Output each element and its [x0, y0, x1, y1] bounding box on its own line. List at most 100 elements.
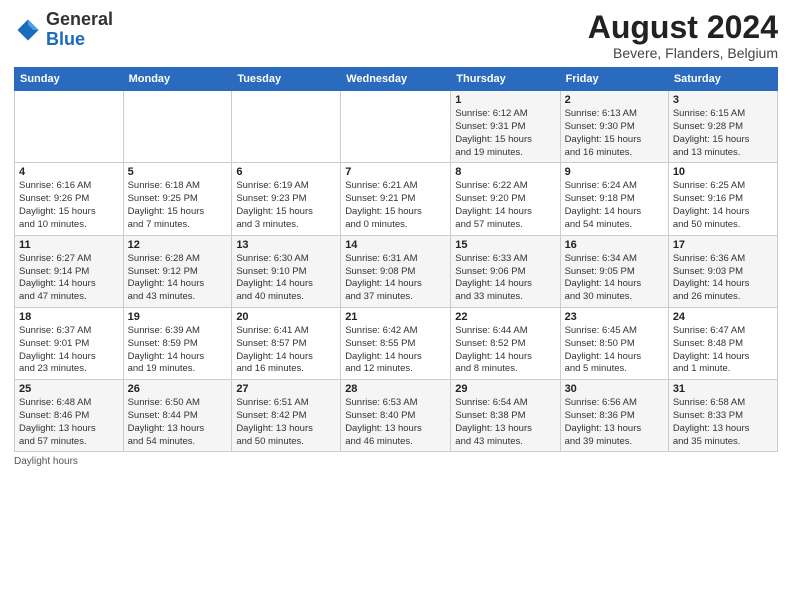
day-info: Sunrise: 6:36 AM Sunset: 9:03 PM Dayligh…: [673, 253, 773, 304]
day-cell: 29 Sunrise: 6:54 AM Sunset: 8:38 PM Dayli…: [451, 380, 560, 452]
day-info: Sunrise: 6:25 AM Sunset: 9:16 PM Dayligh…: [673, 180, 773, 231]
day-number: 28: [345, 383, 446, 395]
day-cell: 8 Sunrise: 6:22 AM Sunset: 9:20 PM Daylig…: [451, 163, 560, 235]
day-info: Sunrise: 6:50 AM Sunset: 8:44 PM Dayligh…: [128, 397, 228, 448]
day-info: Sunrise: 6:31 AM Sunset: 9:08 PM Dayligh…: [345, 253, 446, 304]
header-day-monday: Monday: [123, 68, 232, 91]
header-day-thursday: Thursday: [451, 68, 560, 91]
day-cell: 11Sunrise: 6:27 AM Sunset: 9:14 PM Dayli…: [15, 235, 124, 307]
title-block: August 2024 Bevere, Flanders, Belgium: [588, 10, 778, 61]
day-number: 20: [236, 311, 336, 323]
day-cell: 14 Sunrise: 6:31 AM Sunset: 9:08 PM Dayli…: [341, 235, 451, 307]
day-info: Sunrise: 6:53 AM Sunset: 8:40 PM Dayligh…: [345, 397, 446, 448]
day-number: 16: [565, 239, 664, 251]
week-row-3: 11Sunrise: 6:27 AM Sunset: 9:14 PM Dayli…: [15, 235, 778, 307]
day-info: Sunrise: 6:30 AM Sunset: 9:10 PM Dayligh…: [236, 253, 336, 304]
day-cell: 10 Sunrise: 6:25 AM Sunset: 9:16 PM Dayli…: [668, 163, 777, 235]
day-info: Sunrise: 6:21 AM Sunset: 9:21 PM Dayligh…: [345, 180, 446, 231]
day-info: Sunrise: 6:45 AM Sunset: 8:50 PM Dayligh…: [565, 325, 664, 376]
calendar-table: SundayMondayTuesdayWednesdayThursdayFrid…: [14, 67, 778, 452]
day-cell: 9Sunrise: 6:24 AM Sunset: 9:18 PM Daylig…: [560, 163, 668, 235]
header: General Blue August 2024 Bevere, Flander…: [14, 10, 778, 61]
day-number: 30: [565, 383, 664, 395]
day-cell: 26 Sunrise: 6:50 AM Sunset: 8:44 PM Dayli…: [123, 380, 232, 452]
day-cell: [123, 91, 232, 163]
week-row-4: 18 Sunrise: 6:37 AM Sunset: 9:01 PM Dayli…: [15, 307, 778, 379]
day-number: 24: [673, 311, 773, 323]
day-info: Sunrise: 6:24 AM Sunset: 9:18 PM Dayligh…: [565, 180, 664, 231]
header-row: SundayMondayTuesdayWednesdayThursdayFrid…: [15, 68, 778, 91]
day-info: Sunrise: 6:51 AM Sunset: 8:42 PM Dayligh…: [236, 397, 336, 448]
header-day-sunday: Sunday: [15, 68, 124, 91]
day-info: Sunrise: 6:48 AM Sunset: 8:46 PM Dayligh…: [19, 397, 119, 448]
day-cell: 28 Sunrise: 6:53 AM Sunset: 8:40 PM Dayli…: [341, 380, 451, 452]
day-number: 1: [455, 94, 555, 106]
day-cell: 5Sunrise: 6:18 AM Sunset: 9:25 PM Daylig…: [123, 163, 232, 235]
day-info: Sunrise: 6:34 AM Sunset: 9:05 PM Dayligh…: [565, 253, 664, 304]
day-number: 26: [128, 383, 228, 395]
day-info: Sunrise: 6:39 AM Sunset: 8:59 PM Dayligh…: [128, 325, 228, 376]
day-number: 23: [565, 311, 664, 323]
calendar-header: SundayMondayTuesdayWednesdayThursdayFrid…: [15, 68, 778, 91]
day-number: 7: [345, 166, 446, 178]
day-info: Sunrise: 6:42 AM Sunset: 8:55 PM Dayligh…: [345, 325, 446, 376]
month-year: August 2024: [588, 10, 778, 45]
day-info: Sunrise: 6:54 AM Sunset: 8:38 PM Dayligh…: [455, 397, 555, 448]
day-info: Sunrise: 6:16 AM Sunset: 9:26 PM Dayligh…: [19, 180, 119, 231]
day-cell: 27 Sunrise: 6:51 AM Sunset: 8:42 PM Dayli…: [232, 380, 341, 452]
day-number: 5: [128, 166, 228, 178]
day-number: 29: [455, 383, 555, 395]
day-number: 12: [128, 239, 228, 251]
day-number: 14: [345, 239, 446, 251]
day-cell: [15, 91, 124, 163]
day-number: 15: [455, 239, 555, 251]
day-cell: [232, 91, 341, 163]
calendar-body: 1Sunrise: 6:12 AM Sunset: 9:31 PM Daylig…: [15, 91, 778, 452]
day-info: Sunrise: 6:47 AM Sunset: 8:48 PM Dayligh…: [673, 325, 773, 376]
day-number: 4: [19, 166, 119, 178]
week-row-5: 25 Sunrise: 6:48 AM Sunset: 8:46 PM Dayli…: [15, 380, 778, 452]
day-cell: 30 Sunrise: 6:56 AM Sunset: 8:36 PM Dayli…: [560, 380, 668, 452]
day-cell: 2 Sunrise: 6:13 AM Sunset: 9:30 PM Daylig…: [560, 91, 668, 163]
footer-note: Daylight hours: [14, 456, 778, 467]
header-day-wednesday: Wednesday: [341, 68, 451, 91]
day-number: 18: [19, 311, 119, 323]
day-number: 21: [345, 311, 446, 323]
day-number: 11: [19, 239, 119, 251]
day-cell: 19Sunrise: 6:39 AM Sunset: 8:59 PM Dayli…: [123, 307, 232, 379]
day-number: 6: [236, 166, 336, 178]
day-number: 10: [673, 166, 773, 178]
day-number: 27: [236, 383, 336, 395]
day-number: 31: [673, 383, 773, 395]
day-cell: 31Sunrise: 6:58 AM Sunset: 8:33 PM Dayli…: [668, 380, 777, 452]
day-info: Sunrise: 6:13 AM Sunset: 9:30 PM Dayligh…: [565, 108, 664, 159]
day-cell: 18 Sunrise: 6:37 AM Sunset: 9:01 PM Dayli…: [15, 307, 124, 379]
day-cell: 22 Sunrise: 6:44 AM Sunset: 8:52 PM Dayli…: [451, 307, 560, 379]
day-number: 22: [455, 311, 555, 323]
logo-general-text: General: [46, 9, 113, 29]
day-cell: 17 Sunrise: 6:36 AM Sunset: 9:03 PM Dayli…: [668, 235, 777, 307]
day-info: Sunrise: 6:56 AM Sunset: 8:36 PM Dayligh…: [565, 397, 664, 448]
day-cell: [341, 91, 451, 163]
day-number: 25: [19, 383, 119, 395]
day-info: Sunrise: 6:37 AM Sunset: 9:01 PM Dayligh…: [19, 325, 119, 376]
day-cell: 7 Sunrise: 6:21 AM Sunset: 9:21 PM Daylig…: [341, 163, 451, 235]
header-day-friday: Friday: [560, 68, 668, 91]
day-cell: 23 Sunrise: 6:45 AM Sunset: 8:50 PM Dayli…: [560, 307, 668, 379]
day-info: Sunrise: 6:44 AM Sunset: 8:52 PM Dayligh…: [455, 325, 555, 376]
day-cell: 24 Sunrise: 6:47 AM Sunset: 8:48 PM Dayli…: [668, 307, 777, 379]
day-cell: 4 Sunrise: 6:16 AM Sunset: 9:26 PM Daylig…: [15, 163, 124, 235]
day-number: 17: [673, 239, 773, 251]
header-day-tuesday: Tuesday: [232, 68, 341, 91]
day-cell: 3 Sunrise: 6:15 AM Sunset: 9:28 PM Daylig…: [668, 91, 777, 163]
day-cell: 1Sunrise: 6:12 AM Sunset: 9:31 PM Daylig…: [451, 91, 560, 163]
day-number: 8: [455, 166, 555, 178]
day-info: Sunrise: 6:22 AM Sunset: 9:20 PM Dayligh…: [455, 180, 555, 231]
logo: General Blue: [14, 10, 113, 50]
day-cell: 21 Sunrise: 6:42 AM Sunset: 8:55 PM Dayli…: [341, 307, 451, 379]
day-cell: 12Sunrise: 6:28 AM Sunset: 9:12 PM Dayli…: [123, 235, 232, 307]
day-info: Sunrise: 6:15 AM Sunset: 9:28 PM Dayligh…: [673, 108, 773, 159]
day-number: 2: [565, 94, 664, 106]
day-cell: 16 Sunrise: 6:34 AM Sunset: 9:05 PM Dayli…: [560, 235, 668, 307]
day-number: 3: [673, 94, 773, 106]
